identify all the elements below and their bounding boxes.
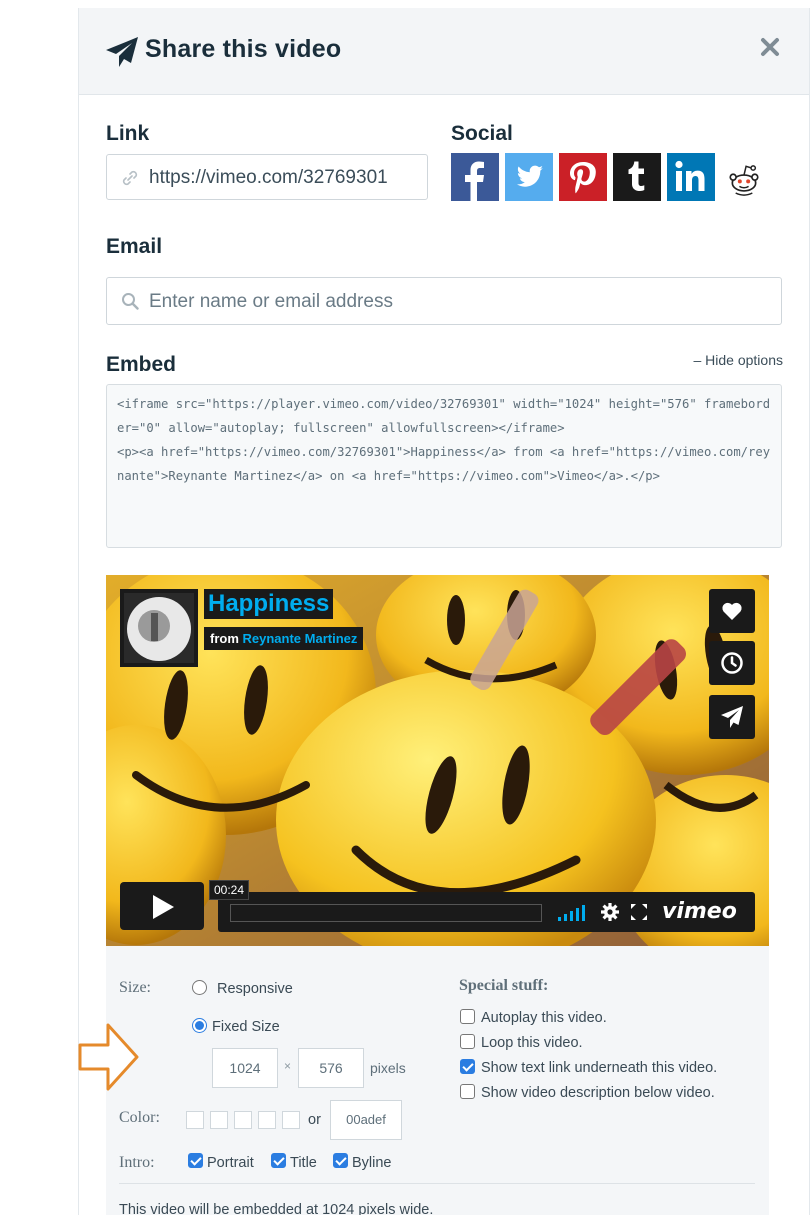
player-controls: vimeo [218,892,755,932]
link-url[interactable]: https://vimeo.com/32769301 [149,167,388,189]
tumblr-icon [613,153,661,201]
size-label: Size: [119,979,151,996]
byline-from: from [210,631,239,646]
loop-checkbox[interactable] [460,1034,475,1049]
portrait-label[interactable]: Portrait [207,1155,254,1171]
paper-plane-icon [106,37,138,67]
linkedin-button[interactable] [667,153,715,201]
video-player[interactable]: Happiness from Reynante Martinez vimeo 0… [106,575,769,946]
avatar [124,593,194,663]
color-swatch[interactable] [258,1111,276,1129]
author-portrait[interactable] [120,589,198,667]
show-link-label[interactable]: Show text link underneath this video. [481,1060,717,1076]
email-field[interactable] [106,277,782,325]
video-title[interactable]: Happiness [204,589,334,619]
vimeo-logo[interactable]: vimeo [662,899,737,924]
dialog-title: Share this video [145,35,342,63]
show-description-checkbox[interactable] [460,1084,475,1099]
show-description-label[interactable]: Show video description below video. [481,1085,715,1101]
loop-label[interactable]: Loop this video. [481,1035,583,1051]
title-checkbox[interactable] [271,1153,286,1168]
byline-checkbox[interactable] [333,1153,348,1168]
pinterest-icon [559,153,607,201]
show-link-checkbox[interactable] [460,1059,475,1074]
facebook-button[interactable] [451,153,499,201]
width-input[interactable]: 1024 [212,1048,278,1088]
reddit-icon [729,165,759,196]
special-stuff-label: Special stuff: [459,977,549,994]
embed-label: Embed [106,353,177,376]
color-label: Color: [119,1109,160,1126]
link-icon [122,170,138,186]
intro-label: Intro: [119,1154,155,1171]
twitter-button[interactable] [505,153,553,201]
linkedin-icon [667,153,715,201]
responsive-label[interactable]: Responsive [217,981,293,997]
link-field[interactable]: https://vimeo.com/32769301 [106,154,428,200]
color-swatch[interactable] [282,1111,300,1129]
settings-icon[interactable] [600,902,620,922]
color-input[interactable]: 00adef [330,1100,402,1140]
embed-code[interactable]: <iframe src="https://player.vimeo.com/vi… [106,384,782,548]
times-sign: × [284,1059,292,1073]
portrait-checkbox[interactable] [188,1153,203,1168]
twitter-icon [505,153,553,201]
progress-bar[interactable] [230,904,542,922]
reddit-button[interactable] [724,157,764,199]
hide-options-link[interactable]: – Hide options [693,352,783,368]
autoplay-label[interactable]: Autoplay this video. [481,1010,607,1026]
timecode: 00:24 [209,880,250,900]
autoplay-checkbox[interactable] [460,1009,475,1024]
facebook-icon [451,153,499,201]
byline-label[interactable]: Byline [352,1155,392,1171]
clock-icon [721,652,743,674]
email-label: Email [106,235,163,258]
heart-icon [722,602,742,620]
responsive-radio[interactable] [192,980,207,995]
paper-plane-icon [721,706,743,728]
embed-width-note: This video will be embedded at 1024 pixe… [119,1202,434,1215]
fixed-size-radio[interactable] [192,1018,207,1033]
close-icon[interactable] [759,36,781,58]
play-button[interactable] [120,882,204,930]
divider [119,1183,755,1184]
title-label[interactable]: Title [290,1155,317,1171]
share-dialog: Share this video Link https://vimeo.com/… [78,8,810,1215]
arrow-annotation [78,1023,139,1091]
search-icon [122,293,139,310]
color-swatch[interactable] [186,1111,204,1129]
color-swatch[interactable] [210,1111,228,1129]
pixels-label: pixels [370,1060,406,1076]
link-label: Link [106,122,150,145]
volume-icon[interactable] [558,905,588,921]
video-byline: from Reynante Martinez [204,627,364,650]
pinterest-button[interactable] [559,153,607,201]
share-button[interactable] [709,695,755,739]
dialog-header: Share this video [79,8,809,95]
tumblr-button[interactable] [613,153,661,201]
embed-options: Size: Responsive Fixed Size 1024 × 576 p… [106,946,769,1215]
watch-later-button[interactable] [709,641,755,685]
play-icon [153,895,174,919]
email-input[interactable] [147,284,771,320]
byline-author[interactable]: Reynante Martinez [243,631,358,646]
fixed-size-label[interactable]: Fixed Size [212,1019,280,1035]
height-input[interactable]: 576 [298,1048,364,1088]
color-swatch[interactable] [234,1111,252,1129]
fullscreen-icon[interactable] [630,903,648,921]
social-label: Social [451,122,513,145]
or-label: or [308,1112,321,1128]
like-button[interactable] [709,589,755,633]
